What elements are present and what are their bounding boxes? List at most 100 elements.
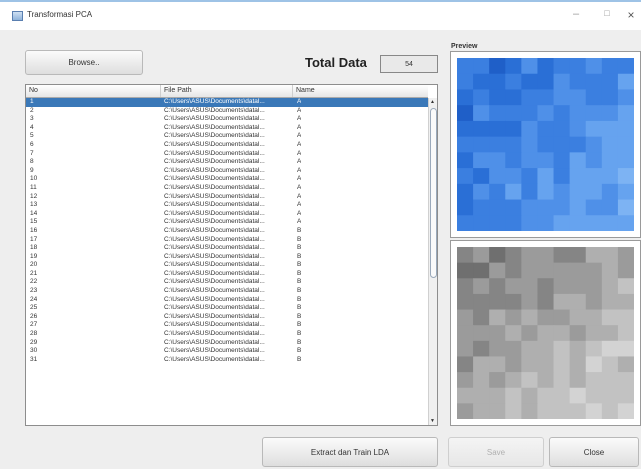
table-row[interactable]: 8 C:\Users\ASUS\Documents\datal... A: [26, 158, 428, 167]
image-pixel: [553, 278, 571, 295]
table-row[interactable]: 11 C:\Users\ASUS\Documents\datal... A: [26, 184, 428, 193]
row-name: B: [297, 269, 302, 277]
image-pixel: [521, 183, 539, 201]
table-row[interactable]: 7 C:\Users\ASUS\Documents\datal... A: [26, 150, 428, 159]
image-pixel: [553, 120, 571, 138]
image-pixel: [473, 120, 490, 138]
minimize-icon[interactable]: –: [566, 8, 586, 20]
row-file-path: C:\Users\ASUS\Documents\datal...: [164, 321, 265, 329]
scroll-up-icon[interactable]: ▲: [430, 99, 435, 105]
close-icon[interactable]: ×: [621, 8, 641, 22]
table-row[interactable]: 25 C:\Users\ASUS\Documents\datal... B: [26, 304, 428, 313]
image-pixel: [569, 152, 587, 169]
image-pixel: [537, 372, 555, 389]
table-row[interactable]: 19 C:\Users\ASUS\Documents\datal... B: [26, 253, 428, 262]
row-no: 29: [30, 338, 38, 346]
table-row[interactable]: 12 C:\Users\ASUS\Documents\datal... A: [26, 193, 428, 202]
table-row[interactable]: 21 C:\Users\ASUS\Documents\datal... B: [26, 270, 428, 279]
table-row[interactable]: 22 C:\Users\ASUS\Documents\datal... B: [26, 278, 428, 287]
table-row[interactable]: 20 C:\Users\ASUS\Documents\datal... B: [26, 261, 428, 270]
row-no: 26: [30, 312, 38, 320]
image-pixel: [537, 152, 555, 169]
image-pixel: [473, 356, 490, 373]
table-row[interactable]: 17 C:\Users\ASUS\Documents\datal... B: [26, 236, 428, 245]
image-pixel: [473, 152, 490, 169]
image-pixel: [585, 293, 603, 311]
save-button[interactable]: Save: [448, 437, 544, 467]
row-no: 15: [30, 218, 38, 226]
image-pixel: [553, 356, 571, 373]
image-pixel: [569, 262, 587, 279]
image-pixel: [505, 387, 522, 404]
image-pixel: [601, 309, 619, 326]
maximize-icon[interactable]: □: [597, 8, 617, 18]
table-row[interactable]: 28 C:\Users\ASUS\Documents\datal... B: [26, 330, 428, 339]
column-header-no[interactable]: No: [26, 85, 161, 97]
row-no: 18: [30, 244, 38, 252]
table-row[interactable]: 13 C:\Users\ASUS\Documents\datal... A: [26, 201, 428, 210]
table-row[interactable]: 9 C:\Users\ASUS\Documents\datal... A: [26, 167, 428, 176]
table-row[interactable]: 3 C:\Users\ASUS\Documents\datal... A: [26, 115, 428, 124]
table-row[interactable]: 2 C:\Users\ASUS\Documents\datal... A: [26, 107, 428, 116]
image-pixel: [473, 105, 490, 122]
image-pixel: [617, 105, 635, 122]
image-pixel: [457, 73, 474, 91]
image-pixel: [537, 247, 555, 264]
table-row[interactable]: 27 C:\Users\ASUS\Documents\datal... B: [26, 321, 428, 330]
table-row[interactable]: 4 C:\Users\ASUS\Documents\datal... A: [26, 124, 428, 133]
row-name: A: [297, 175, 302, 183]
table-row[interactable]: 1 C:\Users\ASUS\Documents\datal... A: [26, 98, 428, 107]
image-pixel: [457, 152, 474, 169]
column-header-file-path[interactable]: File Path: [161, 85, 293, 97]
image-pixel: [601, 199, 619, 216]
table-row[interactable]: 30 C:\Users\ASUS\Documents\datal... B: [26, 347, 428, 356]
image-pixel: [521, 325, 539, 342]
browse-button[interactable]: Browse..: [25, 50, 143, 75]
row-no: 4: [30, 123, 34, 131]
table-row[interactable]: 6 C:\Users\ASUS\Documents\datal... A: [26, 141, 428, 150]
image-pixel: [569, 278, 587, 295]
image-pixel: [553, 372, 571, 389]
image-pixel: [569, 199, 587, 216]
row-file-path: C:\Users\ASUS\Documents\datal...: [164, 278, 265, 286]
row-name: A: [297, 98, 302, 105]
table-row[interactable]: 14 C:\Users\ASUS\Documents\datal... A: [26, 210, 428, 219]
close-button[interactable]: Close: [549, 437, 639, 467]
table-row[interactable]: 24 C:\Users\ASUS\Documents\datal... B: [26, 296, 428, 305]
image-pixel: [489, 278, 506, 295]
table-row[interactable]: 5 C:\Users\ASUS\Documents\datal... A: [26, 132, 428, 141]
table-row[interactable]: 29 C:\Users\ASUS\Documents\datal... B: [26, 339, 428, 348]
table-row[interactable]: 18 C:\Users\ASUS\Documents\datal... B: [26, 244, 428, 253]
image-pixel: [457, 58, 474, 75]
extract-train-lda-button[interactable]: Extract dan Train LDA: [262, 437, 438, 467]
table-scrollbar[interactable]: ▲ ▼: [428, 98, 437, 425]
image-pixel: [457, 372, 474, 389]
image-pixel: [601, 403, 619, 420]
row-no: 24: [30, 295, 38, 303]
image-pixel: [569, 73, 587, 91]
table-row[interactable]: 23 C:\Users\ASUS\Documents\datal... B: [26, 287, 428, 296]
table-row[interactable]: 15 C:\Users\ASUS\Documents\datal... A: [26, 218, 428, 227]
row-file-path: C:\Users\ASUS\Documents\datal...: [164, 192, 265, 200]
image-pixel: [457, 136, 474, 153]
row-no: 11: [30, 183, 37, 191]
scroll-down-icon[interactable]: ▼: [430, 418, 435, 424]
image-pixel: [537, 199, 555, 216]
image-pixel: [521, 105, 539, 122]
image-pixel: [601, 387, 619, 404]
image-pixel: [473, 309, 490, 326]
image-pixel: [585, 58, 603, 75]
row-file-path: C:\Users\ASUS\Documents\datal...: [164, 312, 265, 320]
table-row[interactable]: 16 C:\Users\ASUS\Documents\datal... B: [26, 227, 428, 236]
row-file-path: C:\Users\ASUS\Documents\datal...: [164, 226, 265, 234]
image-pixel: [601, 356, 619, 373]
image-pixel: [505, 262, 522, 279]
image-pixel: [505, 403, 522, 420]
row-no: 8: [30, 158, 34, 166]
table-row[interactable]: 31 C:\Users\ASUS\Documents\datal... B: [26, 356, 428, 365]
scroll-thumb[interactable]: [430, 108, 437, 278]
row-name: A: [297, 140, 302, 148]
column-header-name[interactable]: Name: [293, 85, 428, 97]
table-row[interactable]: 26 C:\Users\ASUS\Documents\datal... B: [26, 313, 428, 322]
table-row[interactable]: 10 C:\Users\ASUS\Documents\datal... A: [26, 175, 428, 184]
